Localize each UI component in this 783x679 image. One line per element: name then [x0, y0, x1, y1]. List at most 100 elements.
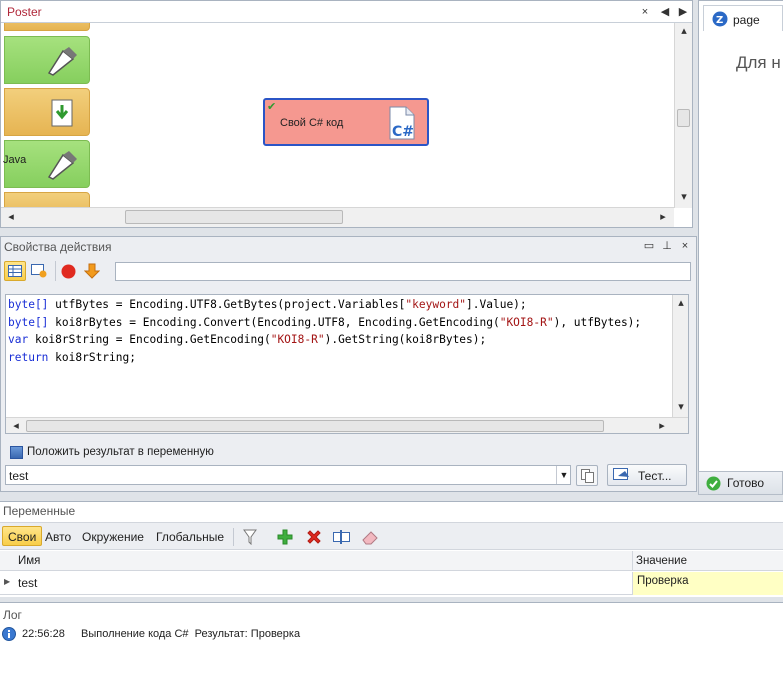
- scroll-up-icon[interactable]: ▴: [676, 23, 692, 39]
- code-keyword: byte[]: [8, 298, 49, 311]
- code-line[interactable]: byte[] utfBytes = Encoding.UTF8.GetBytes…: [8, 296, 527, 314]
- ok-icon: [706, 476, 721, 491]
- variables-toolbar: Свои Авто Окружение Глобальные: [0, 522, 783, 550]
- code-text: utfBytes = Encoding.UTF8.GetBytes(projec…: [48, 298, 406, 311]
- block-label: Java: [3, 154, 27, 166]
- delete-icon[interactable]: [306, 529, 322, 545]
- table-row[interactable]: ▶ test Проверка: [0, 572, 783, 595]
- scroll-right-icon[interactable]: ▸: [654, 418, 670, 433]
- action-block[interactable]: Java: [3, 140, 90, 188]
- code-editor[interactable]: byte[] utfBytes = Encoding.UTF8.GetBytes…: [5, 294, 689, 434]
- code-text: ), utfBytes);: [553, 315, 642, 329]
- status-text: Готово: [727, 476, 765, 490]
- copy-icon: [581, 469, 594, 483]
- edit-variable-icon[interactable]: [333, 529, 351, 545]
- page-tab[interactable]: Z page: [703, 5, 783, 31]
- chevron-right-icon[interactable]: ▶: [675, 4, 691, 20]
- page-content-text: Для н: [736, 53, 781, 72]
- log-message: Выполнение кода C# Результат: Проверка: [81, 628, 301, 640]
- action-block[interactable]: [4, 192, 90, 208]
- scroll-thumb[interactable]: [125, 210, 343, 224]
- add-icon[interactable]: [277, 529, 293, 545]
- copy-button[interactable]: [576, 465, 598, 486]
- scroll-thumb[interactable]: [677, 109, 690, 127]
- csharp-code-node[interactable]: ✔ Свой C# код C#: [263, 98, 429, 146]
- code-text: koi8rBytes = Encoding.Convert(Encoding.U…: [48, 315, 500, 329]
- test-button-label: Тест...: [638, 469, 672, 483]
- scroll-up-icon[interactable]: ▴: [673, 295, 688, 311]
- chevron-left-icon[interactable]: ◀: [657, 4, 673, 20]
- run-test-icon: [613, 468, 629, 480]
- tab-auto[interactable]: Авто: [40, 527, 76, 547]
- window-settings-icon: [31, 264, 47, 278]
- eraser-icon[interactable]: [361, 529, 379, 545]
- panel-title: Свойства действия: [4, 240, 112, 254]
- scroll-right-icon[interactable]: ▸: [655, 209, 671, 225]
- close-icon[interactable]: ×: [677, 238, 693, 254]
- code-text: koi8rString;: [48, 350, 136, 364]
- scroll-left-icon[interactable]: ◂: [3, 209, 19, 225]
- info-icon: [2, 627, 16, 641]
- scroll-down-icon[interactable]: ▾: [676, 189, 692, 205]
- editor-horizontal-scrollbar[interactable]: ◂ ▸: [6, 417, 688, 433]
- editor-vertical-scrollbar[interactable]: ▴ ▾: [672, 295, 688, 417]
- action-properties-panel: Свойства действия ▭ ⊥ × byte[] utfBytes …: [0, 236, 697, 492]
- filter-icon[interactable]: [243, 529, 257, 545]
- settings-view-button[interactable]: [28, 261, 50, 281]
- code-text: ].Value);: [466, 298, 527, 311]
- panel-title: Переменные: [3, 504, 76, 518]
- result-variable-value: test: [9, 469, 29, 483]
- save-result-checkbox[interactable]: [10, 446, 23, 459]
- action-block[interactable]: [4, 36, 90, 84]
- poster-tab[interactable]: Poster: [7, 5, 42, 19]
- pen-icon: [47, 151, 77, 180]
- code-line[interactable]: byte[] koi8rBytes = Encoding.Convert(Enc…: [8, 314, 641, 332]
- log-time: 22:56:28: [22, 628, 65, 640]
- code-string: "keyword": [405, 298, 467, 311]
- test-button[interactable]: Тест...: [607, 464, 687, 486]
- column-name[interactable]: Имя: [18, 555, 40, 567]
- variables-panel: Переменные Свои Авто Окружение Глобальны…: [0, 501, 783, 597]
- log-entry[interactable]: 22:56:28 Выполнение кода C# Результат: П…: [0, 625, 783, 645]
- arrow-down-icon[interactable]: [84, 263, 100, 279]
- scroll-thumb[interactable]: [26, 420, 604, 432]
- poster-canvas[interactable]: Java ✔ Свой C# код C#: [1, 23, 674, 208]
- pin-icon[interactable]: ⊥: [659, 238, 675, 254]
- variable-value: Проверка: [637, 575, 689, 587]
- tab-environment[interactable]: Окружение: [77, 527, 149, 547]
- column-value[interactable]: Значение: [636, 555, 687, 567]
- svg-text:Z: Z: [716, 15, 723, 26]
- code-keyword: var: [8, 333, 29, 346]
- scroll-left-icon[interactable]: ◂: [8, 418, 24, 433]
- page-logo-icon: Z: [712, 11, 728, 27]
- code-text: ).GetString(koi8rBytes);: [324, 333, 487, 346]
- code-string: "KOI8-R": [270, 333, 325, 346]
- column-divider: [632, 551, 633, 571]
- pen-icon: [47, 47, 77, 76]
- tab-own[interactable]: Свои: [2, 526, 43, 546]
- page-tab-label: page: [733, 13, 760, 27]
- code-line[interactable]: return koi8rString;: [8, 349, 136, 367]
- table-view-button[interactable]: [4, 261, 26, 281]
- action-block[interactable]: [4, 88, 90, 136]
- poster-vertical-scrollbar[interactable]: ▴ ▾: [674, 23, 692, 208]
- close-icon[interactable]: ×: [637, 4, 653, 20]
- variable-value-cell[interactable]: Проверка: [632, 572, 783, 595]
- tab-global[interactable]: Глобальные: [151, 527, 229, 547]
- result-variable-select[interactable]: test ▼: [5, 465, 571, 485]
- chevron-down-icon[interactable]: ▼: [556, 466, 571, 484]
- poster-tab-bar: Poster × ◀ ▶: [1, 1, 692, 23]
- code-line[interactable]: var koi8rString = Encoding.GetEncoding("…: [8, 331, 486, 349]
- action-name-input[interactable]: [115, 262, 691, 281]
- row-indicator-icon: ▶: [4, 577, 11, 586]
- table-icon: [8, 265, 22, 277]
- variable-name[interactable]: test: [18, 576, 37, 590]
- stop-icon[interactable]: [61, 264, 76, 279]
- scroll-down-icon[interactable]: ▾: [673, 399, 688, 415]
- poster-horizontal-scrollbar[interactable]: ◂ ▸: [1, 207, 674, 227]
- poster-panel: Poster × ◀ ▶ Java ✔ Свой C# код C# ▴ ▾ ◂…: [0, 0, 693, 228]
- window-icon[interactable]: ▭: [641, 238, 657, 254]
- action-block[interactable]: [4, 23, 90, 31]
- code-keyword: byte[]: [8, 315, 49, 329]
- node-label: Свой C# код: [280, 117, 344, 129]
